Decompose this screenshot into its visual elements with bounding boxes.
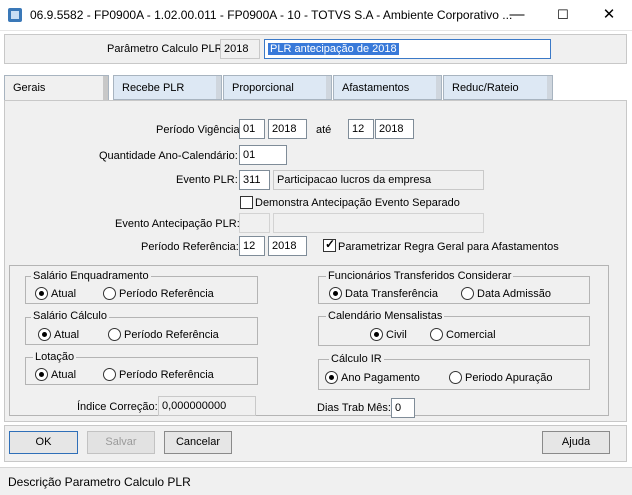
tab-gerais[interactable]: Gerais (4, 75, 109, 101)
lotacao-periodo-radio[interactable] (103, 368, 116, 381)
funcionarios-transferidos-title: Funcionários Transferidos Considerar (326, 270, 514, 282)
lotacao-atual-label: Atual (51, 369, 77, 381)
data-transferencia-radio[interactable] (329, 287, 342, 300)
vigencia-start-year-input[interactable]: 2018 (268, 119, 307, 139)
referencia-month-input[interactable]: 12 (239, 236, 265, 256)
salario-calculo-title: Salário Cálculo (31, 310, 109, 322)
lotacao-periodo-label: Período Referência (119, 369, 214, 381)
salario-enquadramento-periodo-radio[interactable] (103, 287, 116, 300)
salario-enquadramento-atual-label: Atual (51, 288, 77, 300)
quantidade-label: Quantidade Ano-Calendário: (99, 150, 238, 162)
indice-correcao-label: Índice Correção: (77, 401, 158, 413)
salario-calculo-atual-radio[interactable] (38, 328, 51, 341)
vigencia-end-year-input[interactable]: 2018 (375, 119, 414, 139)
salario-calculo-atual-label: Atual (54, 329, 80, 341)
tab-recebe-plr[interactable]: Recebe PLR (113, 75, 222, 100)
ate-label: até (316, 124, 332, 136)
salario-calculo-periodo-radio[interactable] (108, 328, 121, 341)
tab-reduc-rateio[interactable]: Reduc/Rateio (443, 75, 553, 100)
salvar-button: Salvar (87, 431, 155, 454)
tab-afastamentos[interactable]: Afastamentos (333, 75, 442, 100)
calendario-mensalistas-title: Calendário Mensalistas (326, 310, 445, 322)
window-title: 06.9.5582 - FP0900A - 1.02.00.011 - FP09… (30, 8, 513, 22)
calendario-civil-label: Civil (386, 329, 407, 341)
lotacao-atual-radio[interactable] (35, 368, 48, 381)
minimize-button[interactable]: — (494, 0, 540, 31)
app-icon (8, 8, 22, 22)
data-admissao-radio[interactable] (461, 287, 474, 300)
evento-antecipacao-code-input (239, 213, 270, 233)
periodo-referencia-label: Período Referência: (141, 241, 239, 253)
calendario-civil-radio[interactable] (370, 328, 383, 341)
parametro-label: Parâmetro Calculo PLR: (107, 43, 226, 55)
quantidade-input[interactable]: 01 (239, 145, 287, 165)
evento-antecipacao-label: Evento Antecipação PLR: (115, 218, 240, 230)
dias-trab-mes-label: Dias Trab Mês: (317, 402, 391, 414)
ano-pagamento-label: Ano Pagamento (341, 372, 420, 384)
evento-plr-code-input[interactable]: 311 (239, 170, 270, 190)
dias-trab-mes-input[interactable]: 0 (391, 398, 415, 418)
parametrizar-regra-checkbox[interactable] (323, 237, 336, 252)
close-button[interactable]: ✕ (586, 0, 632, 31)
ajuda-button[interactable]: Ajuda (542, 431, 610, 454)
evento-plr-description: Participacao lucros da empresa (273, 170, 484, 190)
periodo-vigencia-label: Período Vigência: (156, 124, 243, 136)
data-admissao-label: Data Admissão (477, 288, 551, 300)
status-text: Descrição Parametro Calculo PLR (8, 475, 191, 489)
demonstra-antecipacao-label: Demonstra Antecipação Evento Separado (255, 197, 460, 209)
demonstra-antecipacao-checkbox[interactable] (240, 196, 253, 209)
salario-enquadramento-atual-radio[interactable] (35, 287, 48, 300)
cancelar-button[interactable]: Cancelar (164, 431, 232, 454)
salario-calculo-periodo-label: Período Referência (124, 329, 219, 341)
tab-proporcional[interactable]: Proporcional (223, 75, 332, 100)
vigencia-start-month-input[interactable]: 01 (239, 119, 265, 139)
title-bar: 06.9.5582 - FP0900A - 1.02.00.011 - FP09… (0, 0, 632, 31)
periodo-apuracao-radio[interactable] (449, 371, 462, 384)
calendario-comercial-label: Comercial (446, 329, 496, 341)
evento-plr-label: Evento PLR: (176, 174, 238, 186)
calculo-ir-title: Cálculo IR (329, 353, 384, 365)
periodo-apuracao-label: Periodo Apuração (465, 372, 553, 384)
data-transferencia-label: Data Transferência (345, 288, 438, 300)
status-bar: Descrição Parametro Calculo PLR (0, 467, 632, 495)
salario-enquadramento-periodo-label: Período Referência (119, 288, 214, 300)
parametro-description-text: PLR antecipação de 2018 (268, 43, 399, 55)
calendario-comercial-radio[interactable] (430, 328, 443, 341)
maximize-button[interactable]: ☐ (540, 0, 586, 31)
lotacao-title: Lotação (33, 351, 77, 363)
ok-button[interactable]: OK (9, 431, 78, 454)
referencia-year-input[interactable]: 2018 (268, 236, 307, 256)
indice-correcao-field: 0,000000000 (158, 396, 256, 416)
vigencia-end-month-input[interactable]: 12 (348, 119, 374, 139)
salario-enquadramento-title: Salário Enquadramento (31, 270, 151, 282)
parametro-description-field[interactable]: PLR antecipação de 2018 (264, 39, 551, 59)
parametrizar-regra-label: Parametrizar Regra Geral para Afastament… (338, 241, 559, 253)
evento-antecipacao-description (273, 213, 484, 233)
parametro-code-field: 2018 (220, 39, 260, 59)
ano-pagamento-radio[interactable] (325, 371, 338, 384)
